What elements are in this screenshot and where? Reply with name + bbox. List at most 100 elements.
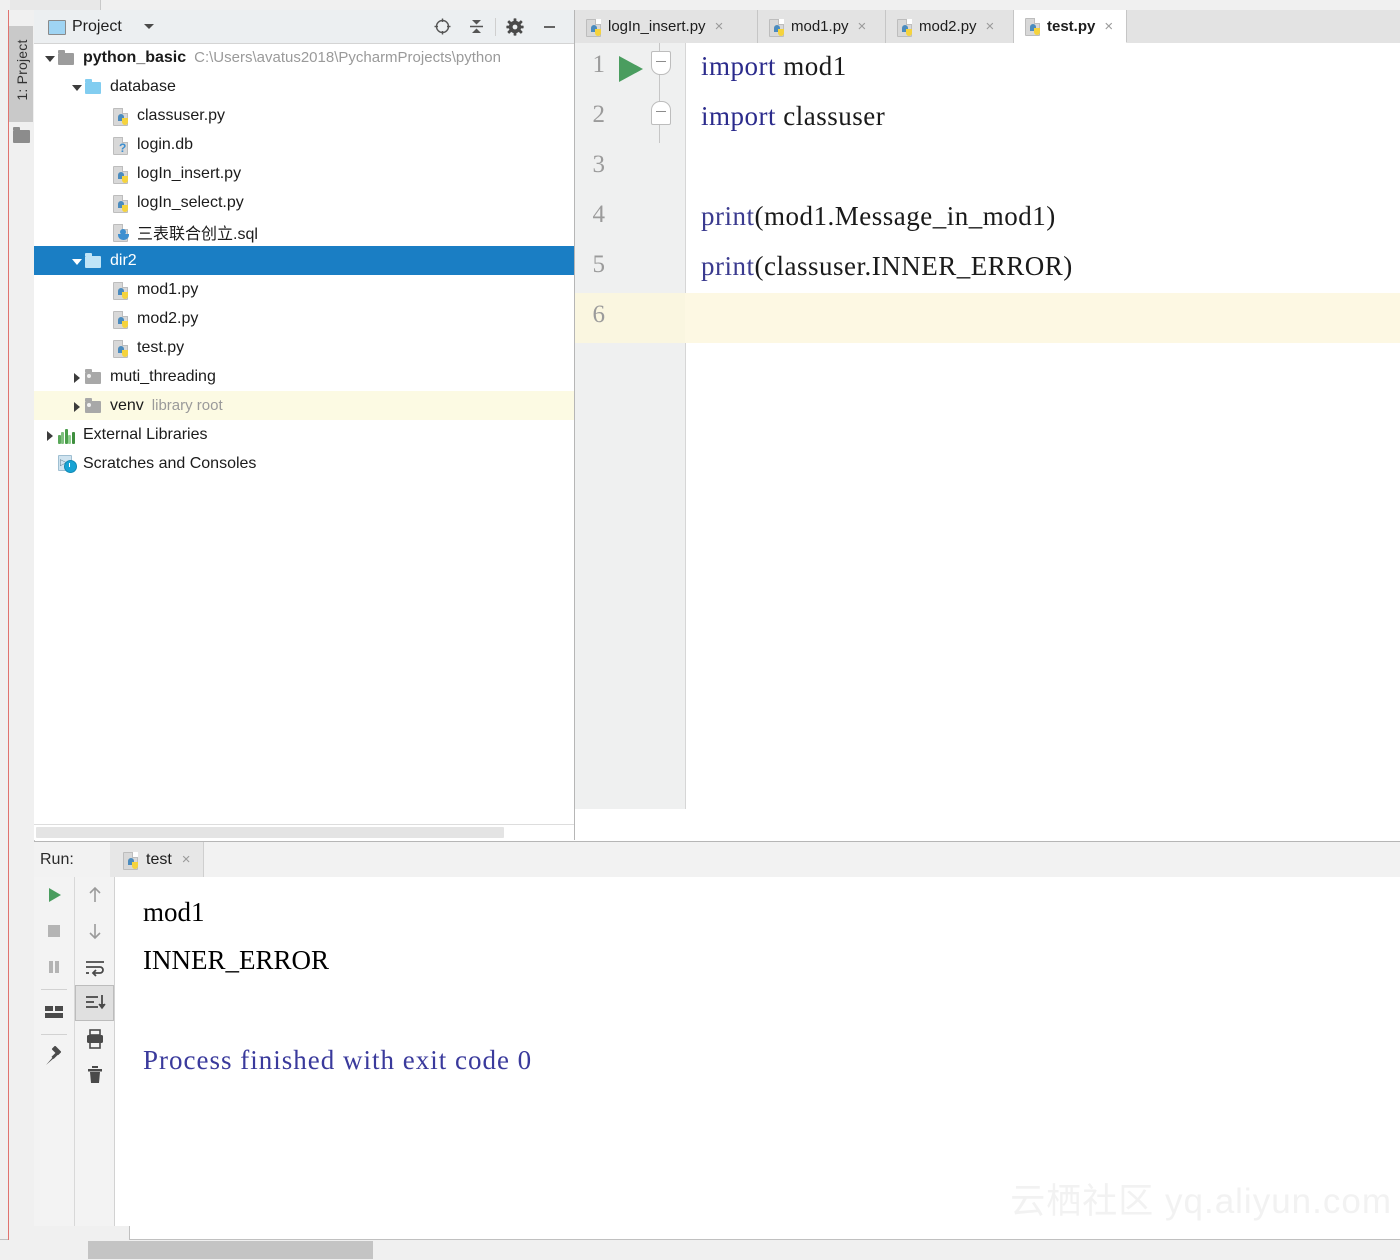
chevron-down-icon[interactable] (69, 253, 85, 268)
tree-row-scratches-and-consoles[interactable]: ▷ Scratches and Consoles (34, 449, 574, 478)
up-arrow-button[interactable] (75, 877, 114, 913)
editor-tab-mod1-py[interactable]: mod1.py × (758, 10, 886, 43)
editor-gutter[interactable]: 1 2 3 4 5 6 (575, 43, 686, 809)
chevron-right-icon[interactable] (42, 427, 58, 442)
editor-tab-test-py[interactable]: test.py × (1014, 10, 1127, 43)
tree-row-label: mod1.py (137, 280, 199, 298)
line-number: 6 (592, 301, 606, 328)
scroll-to-end-button[interactable] (75, 985, 114, 1021)
pause-button[interactable] (34, 949, 73, 985)
code-line-1[interactable]: import mod1 (685, 43, 1400, 93)
tree-row-label: logIn_select.py (137, 193, 244, 211)
py-file-icon (112, 194, 130, 213)
tree-row-subtext: C:\Users\avatus2018\PycharmProjects\pyth… (194, 49, 501, 66)
run-toolbar-left-column (34, 877, 73, 1242)
folder-gray-icon (58, 49, 76, 67)
chevron-down-icon[interactable] (144, 24, 154, 29)
tree-row-mod1-py[interactable]: mod1.py (34, 275, 574, 304)
project-horizontal-scrollbar[interactable] (34, 824, 574, 840)
close-icon[interactable]: × (858, 19, 867, 34)
tree-row-label: venv (110, 396, 144, 414)
code-line-4[interactable]: print(mod1.Message_in_mod1) (685, 193, 1400, 243)
folder-icon (13, 127, 30, 143)
tree-row-label: Scratches and Consoles (83, 454, 257, 472)
gear-icon[interactable] (498, 10, 532, 43)
run-tab-test[interactable]: test × (110, 842, 204, 877)
close-icon[interactable]: × (1104, 19, 1113, 34)
project-panel: Project python_basic C:\Users\avatus2018\… (34, 10, 575, 840)
pin-tab-button[interactable] (34, 1039, 73, 1075)
tree-row-subtext: library root (151, 397, 223, 414)
editor-tab-label: test.py (1047, 17, 1096, 35)
clear-all-button[interactable] (75, 1057, 114, 1093)
close-icon[interactable]: × (182, 851, 191, 868)
code-line-5[interactable]: print(classuser.INNER_ERROR) (685, 243, 1400, 293)
tree-row-muti_threading[interactable]: muti_threading (34, 362, 574, 391)
code-line-text: import mod1 (701, 51, 847, 81)
tree-row-login_select-py[interactable]: logIn_select.py (34, 188, 574, 217)
sidebar-item-project-toolwindow[interactable]: 1: Project (9, 26, 33, 122)
tree-row-dir2[interactable]: dir2 (34, 246, 574, 275)
project-tree[interactable]: python_basic C:\Users\avatus2018\PycharmP… (34, 43, 574, 825)
tree-row-mod2-py[interactable]: mod2.py (34, 304, 574, 333)
run-tab-label: test (146, 850, 172, 868)
python-file-icon (768, 18, 785, 37)
tree-row-venv[interactable]: venv library root (34, 391, 574, 420)
collapse-all-icon[interactable] (459, 10, 493, 43)
project-panel-header: Project (34, 10, 574, 44)
tree-row-classuser-py[interactable]: classuser.py (34, 101, 574, 130)
close-icon[interactable]: × (715, 19, 724, 34)
tree-row-三表联合创立-sql[interactable]: 三表联合创立.sql (34, 217, 574, 246)
code-line-text: print(mod1.Message_in_mod1) (701, 201, 1056, 231)
editor-tab-login_insert-py[interactable]: logIn_insert.py × (575, 10, 758, 43)
run-tool-window: Run: test × mod1 INNER_ERROR Process finis… (34, 841, 1400, 1242)
down-arrow-button[interactable] (75, 913, 114, 949)
tree-row-test-py[interactable]: test.py (34, 333, 574, 362)
code-line-6[interactable] (685, 293, 1400, 343)
tree-row-label: logIn_insert.py (137, 164, 242, 182)
tree-row-login-db[interactable]: ? login.db (34, 130, 574, 159)
py-file-icon (112, 310, 130, 329)
run-label: Run: (40, 851, 74, 868)
left-red-guideline (8, 10, 9, 1246)
chevron-down-icon[interactable] (42, 50, 58, 65)
locate-target-icon[interactable] (425, 10, 459, 43)
scrollbar-thumb[interactable] (36, 827, 504, 838)
code-editor[interactable]: 1 2 3 4 5 6 import mod1 import classuser print(… (575, 43, 1400, 809)
console-line: Process finished with exit code 0 (143, 1045, 533, 1075)
line-number: 4 (592, 201, 606, 228)
tree-row-label: mod2.py (137, 309, 199, 327)
code-line-2[interactable]: import classuser (685, 93, 1400, 143)
chevron-right-icon[interactable] (69, 398, 85, 413)
status-bar (0, 1226, 1400, 1260)
print-button[interactable] (75, 1021, 114, 1057)
rerun-button[interactable] (34, 877, 73, 913)
tree-row-external-libraries[interactable]: External Libraries (34, 420, 574, 449)
tree-row-database[interactable]: database (34, 72, 574, 101)
editor-tab-label: logIn_insert.py (608, 18, 706, 35)
python-file-icon (122, 851, 139, 870)
tree-row-python_basic[interactable]: python_basic C:\Users\avatus2018\PycharmP… (34, 43, 574, 72)
minimize-icon[interactable] (532, 10, 566, 43)
tree-row-label: External Libraries (83, 425, 208, 443)
tree-row-label: test.py (137, 338, 185, 356)
close-icon[interactable]: × (986, 19, 995, 34)
pycharm-window: 1: Project Project python_basic C:\Users… (0, 0, 1400, 1260)
toolbar-divider (495, 17, 496, 36)
chevron-down-icon[interactable] (69, 79, 85, 94)
line-number: 2 (592, 101, 606, 128)
gutter-line-5: 5 (575, 243, 685, 293)
soft-wrap-button[interactable] (75, 949, 114, 985)
stop-button[interactable] (34, 913, 73, 949)
chevron-right-icon[interactable] (69, 369, 85, 384)
code-text-area[interactable]: import mod1 import classuser print(mod1.Me… (685, 43, 1400, 809)
layout-button[interactable] (34, 994, 73, 1030)
python-file-icon (1024, 17, 1041, 36)
code-line-3[interactable] (685, 143, 1400, 193)
tree-row-login_insert-py[interactable]: logIn_insert.py (34, 159, 574, 188)
editor-tab-mod2-py[interactable]: mod2.py × (886, 10, 1014, 43)
editor-tab-bar[interactable]: logIn_insert.py × mod1.py × mod2.py × test.py × (575, 10, 1400, 44)
folder-lib-icon (85, 368, 103, 386)
tree-row-label: 三表联合创立.sql (137, 225, 258, 243)
folder-blue-icon (85, 78, 103, 96)
